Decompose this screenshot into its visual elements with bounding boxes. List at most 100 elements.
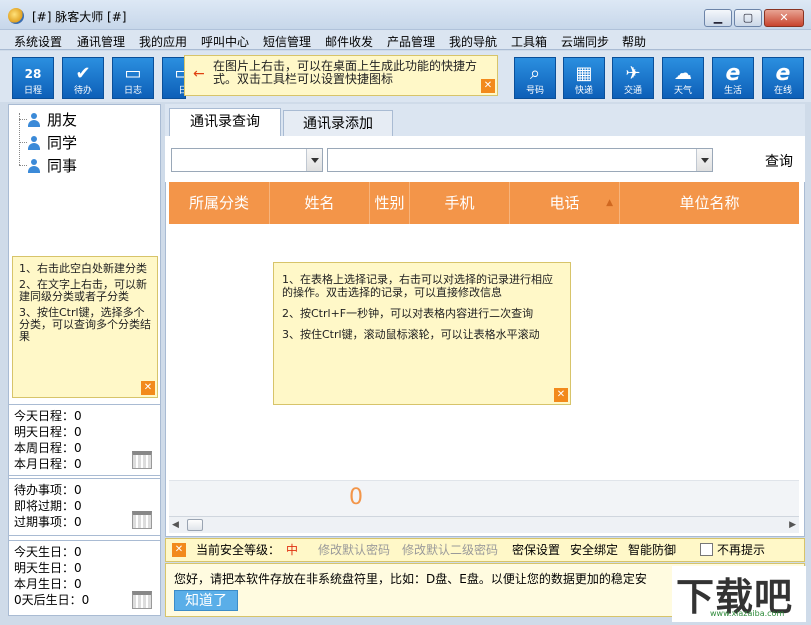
column-header-company[interactable]: 单位名称 [620,182,799,224]
close-tip-icon[interactable]: ✕ [554,388,568,402]
tool-label: 日 [163,83,185,96]
column-header-label: 电话 [549,194,580,212]
menu-call-center[interactable]: 呼叫中心 [201,33,249,50]
grid-tip-line: 1、在表格上选择记录，右击可以对选择的记录进行相应的操作。双击选择的记录，可以直… [282,273,553,299]
toolbar-tip: ← 在图片上右击，可以在桌面上生成此功能的快捷方式。双击工具栏可以设置快捷图标 … [184,55,498,96]
tool-weather[interactable]: ☁ 天气 [662,57,704,99]
tool-label: 待办 [73,86,92,96]
person-icon [27,158,41,173]
menu-cloud-sync[interactable]: 云端同步 [561,33,609,50]
tool-label: 交通 [623,86,642,96]
category-select[interactable] [171,148,323,172]
tab-contact-query[interactable]: 通讯录查询 [169,108,281,138]
close-button[interactable]: ✕ [764,9,804,27]
table-header: 所属分类 姓名 性别 手机 电话 ▲ 单位名称 [169,182,799,224]
menu-contacts[interactable]: 通讯管理 [77,33,125,50]
menu-my-apps[interactable]: 我的应用 [139,33,187,50]
close-tip-icon[interactable]: ✕ [481,79,495,93]
birthday-row: 明天生日：0 [14,561,82,575]
tree-item-label: 同学 [47,134,78,152]
change-password-link[interactable]: 修改默认密码 [318,539,390,561]
scroll-right-icon[interactable]: ▶ [789,520,796,530]
close-icon[interactable]: ✕ [172,543,186,557]
tool-label: 在线 [773,86,792,96]
record-count: 0 [349,485,363,510]
tool-day[interactable]: ▭ 日 [162,57,186,99]
person-icon [27,112,41,127]
scroll-left-icon[interactable]: ◀ [172,520,179,530]
security-question-link[interactable]: 密保设置 [512,539,560,561]
column-header-category[interactable]: 所属分类 [169,182,270,224]
scroll-thumb[interactable] [187,519,203,531]
tree-item-friends[interactable]: 朋友 [27,109,77,130]
tree-item-colleagues[interactable]: 同事 [27,155,77,176]
tab-contact-add[interactable]: 通讯录添加 [283,110,393,136]
menu-my-nav[interactable]: 我的导航 [449,33,497,50]
column-header-mobile[interactable]: 手机 [410,182,510,224]
tree-item-label: 朋友 [47,111,78,129]
sort-icon: ▲ [606,198,613,208]
tree-connector [19,119,27,120]
got-it-button[interactable]: 知道了 [174,590,238,611]
minimize-button[interactable]: ▁ [704,9,732,27]
calendar-icon[interactable] [132,591,152,609]
close-tip-icon[interactable]: ✕ [141,381,155,395]
todo-summary: 待办事项：0 即将过期：0 过期事项：0 [8,478,161,536]
window-title: [#] 脉客大师 [#] [32,10,127,24]
tree-tip-line: 2、在文字上右击，可以新建同级分类或者子分类 [19,278,147,303]
menu-email[interactable]: 邮件收发 [325,33,373,50]
notice-text: 您好，请把本软件存放在非系统盘符里，比如：D盘、E盘。以便让您的数据更加的稳定安 [174,572,647,586]
birthday-summary: 今天生日：0 明天生日：0 本月生日：0 0天后生日：0 [8,540,161,616]
chevron-down-icon[interactable] [696,149,712,171]
menu-bar: 系统设置 通讯管理 我的应用 呼叫中心 短信管理 邮件收发 产品管理 我的导航 … [0,30,811,50]
tree-tip: 1、右击此空白处新建分类 2、在文字上右击，可以新建同级分类或者子分类 3、按住… [12,256,158,398]
security-bind-link[interactable]: 安全绑定 [570,539,618,561]
calendar-icon[interactable] [132,511,152,529]
title-bar: [#] 脉客大师 [#] ▁ ▢ ✕ [0,0,811,30]
tool-life[interactable]: e 生活 [712,57,754,99]
tool-todo[interactable]: ✔ 待办 [62,57,104,99]
change-second-password-link[interactable]: 修改默认二级密码 [402,539,498,561]
tree-connector [19,113,20,165]
tree-tip-line: 1、右击此空白处新建分类 [19,262,147,275]
tab-strip: 通讯录查询 通讯录添加 [165,104,805,138]
menu-sms[interactable]: 短信管理 [263,33,311,50]
person-icon [27,135,41,150]
tool-express[interactable]: ▦ 快递 [563,57,605,99]
no-remind-label: 不再提示 [717,543,766,557]
menu-help[interactable]: 帮助 [622,33,646,50]
column-header-name[interactable]: 姓名 [270,182,370,224]
maximize-button[interactable]: ▢ [734,9,762,27]
tree-item-classmates[interactable]: 同学 [27,132,77,153]
column-header-gender[interactable]: 性别 [370,182,410,224]
no-remind-checkbox[interactable] [700,543,713,556]
smart-defense-link[interactable]: 智能防御 [628,539,676,561]
tool-label: 生活 [723,86,742,96]
tree-connector [19,165,27,166]
birthday-row: 本月生日：0 [14,577,82,591]
menu-toolbox[interactable]: 工具箱 [511,33,547,50]
tree-item-label: 同事 [47,157,78,175]
tree-connector [19,142,27,143]
menu-products[interactable]: 产品管理 [387,33,435,50]
calendar-icon[interactable] [132,451,152,469]
tool-online[interactable]: e 在线 [762,57,804,99]
birthday-row: 今天生日：0 [14,545,82,559]
tool-number[interactable]: ⌕ 号码 [514,57,556,99]
schedule-row: 今天日程：0 [14,409,82,423]
schedule-summary: 今天日程：0 明天日程：0 本周日程：0 本月日程：0 [8,404,161,476]
tool-log[interactable]: ▭ 日志 [112,57,154,99]
chevron-down-icon[interactable] [306,149,322,171]
tool-schedule[interactable]: 28 日程 [12,57,54,99]
search-button[interactable]: 查询 [765,151,793,171]
menu-system-settings[interactable]: 系统设置 [14,33,62,50]
keyword-select[interactable] [327,148,713,172]
grid-tip: 1、在表格上选择记录，右击可以对选择的记录进行相应的操作。双击选择的记录，可以直… [273,262,571,405]
tool-label: 快递 [574,86,593,96]
security-bar: ✕ 当前安全等级： 中 修改默认密码 修改默认二级密码 密保设置 安全绑定 智能… [165,538,805,562]
table-footer: 0 [169,480,799,516]
column-header-phone[interactable]: 电话 ▲ [510,182,620,224]
toolbar-tip-text: 在图片上右击，可以在桌面上生成此功能的快捷方式。双击工具栏可以设置快捷图标 [213,59,478,86]
tool-traffic[interactable]: ✈ 交通 [612,57,654,99]
horizontal-scrollbar[interactable]: ◀ ▶ [169,516,799,533]
